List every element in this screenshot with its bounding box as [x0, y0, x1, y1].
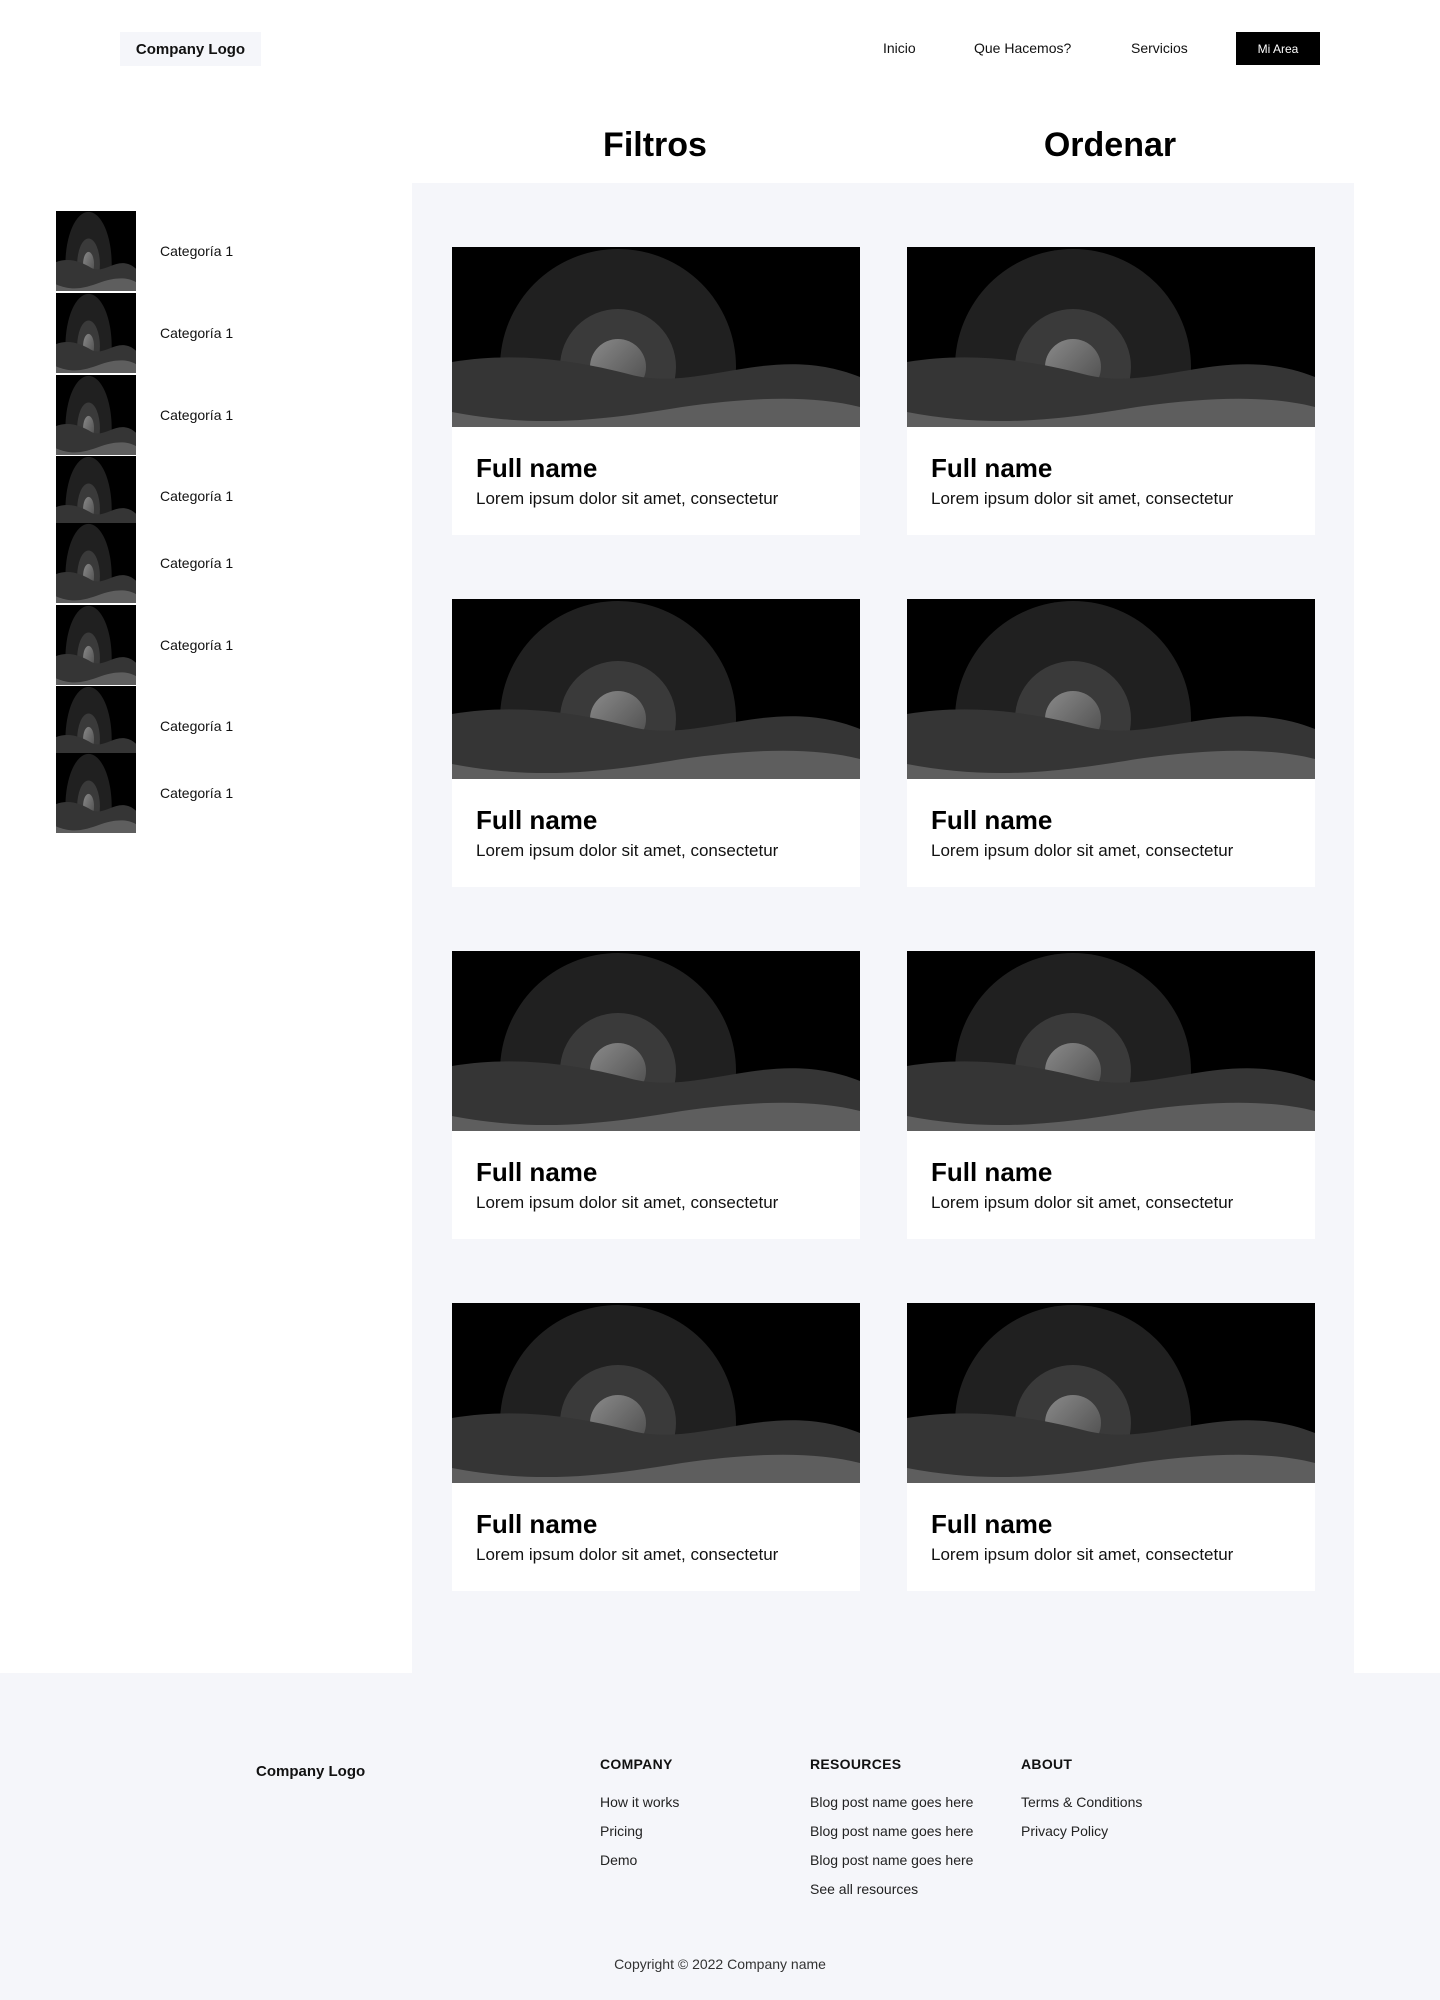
image-placeholder-icon: [56, 753, 136, 833]
category-item[interactable]: Categoría 1: [56, 374, 316, 456]
nav-servicios[interactable]: Servicios: [1131, 32, 1188, 65]
card-title: Full name: [476, 1157, 598, 1187]
image-placeholder-icon: [56, 211, 136, 291]
category-label: Categoría 1: [160, 488, 234, 504]
result-card[interactable]: Full name Lorem ipsum dolor sit amet, co…: [452, 1303, 860, 1591]
card-image: [907, 1303, 1315, 1483]
image-placeholder-icon: [56, 523, 136, 603]
card-title: Full name: [931, 453, 1053, 483]
category-item[interactable]: Categoría 1: [56, 604, 316, 686]
footer-link[interactable]: Blog post name goes here: [810, 1822, 1010, 1851]
card-description: Lorem ipsum dolor sit amet, consectetur: [476, 1545, 779, 1564]
category-item[interactable]: Categoría 1: [56, 292, 316, 374]
category-label: Categoría 1: [160, 407, 234, 423]
card-description: Lorem ipsum dolor sit amet, consectetur: [931, 1193, 1234, 1212]
result-card[interactable]: Full name Lorem ipsum dolor sit amet, co…: [452, 599, 860, 887]
result-card[interactable]: Full name Lorem ipsum dolor sit amet, co…: [907, 599, 1315, 887]
category-label: Categoría 1: [160, 243, 234, 259]
card-image: [452, 1303, 860, 1483]
result-card[interactable]: Full name Lorem ipsum dolor sit amet, co…: [452, 951, 860, 1239]
card-description: Lorem ipsum dolor sit amet, consectetur: [931, 841, 1234, 860]
footer-logo[interactable]: Company Logo: [256, 1763, 365, 1780]
category-label: Categoría 1: [160, 718, 234, 734]
footer-link[interactable]: Demo: [600, 1851, 800, 1880]
result-card[interactable]: Full name Lorem ipsum dolor sit amet, co…: [452, 247, 860, 535]
card-image: [907, 599, 1315, 779]
footer-link[interactable]: Terms & Conditions: [1021, 1793, 1221, 1822]
footer-link[interactable]: Blog post name goes here: [810, 1851, 1010, 1880]
card-title: Full name: [476, 805, 598, 835]
nav-inicio[interactable]: Inicio: [883, 32, 916, 65]
card-image: [907, 951, 1315, 1131]
results-grid: Full name Lorem ipsum dolor sit amet, co…: [412, 183, 1354, 1673]
card-image: [452, 599, 860, 779]
copyright-text: Copyright © 2022 Company name: [614, 1956, 826, 1972]
footer-column-about: ABOUT Terms & Conditions Privacy Policy: [1021, 1756, 1221, 1851]
image-placeholder-icon: [56, 293, 136, 373]
category-item[interactable]: Categoría 1: [56, 210, 316, 292]
card-title: Full name: [931, 805, 1053, 835]
nav-que-hacemos[interactable]: Que Hacemos?: [974, 32, 1071, 65]
mi-area-button[interactable]: Mi Area: [1236, 32, 1320, 65]
footer-column-company: COMPANY How it works Pricing Demo: [600, 1756, 800, 1880]
footer-link[interactable]: Privacy Policy: [1021, 1822, 1221, 1851]
image-placeholder-icon: [56, 375, 136, 455]
card-image: [907, 247, 1315, 427]
card-image: [452, 247, 860, 427]
company-logo[interactable]: Company Logo: [120, 32, 261, 66]
card-title: Full name: [931, 1157, 1053, 1187]
card-title: Full name: [476, 453, 598, 483]
category-label: Categoría 1: [160, 555, 234, 571]
card-title: Full name: [931, 1509, 1053, 1539]
category-label: Categoría 1: [160, 637, 234, 653]
card-title: Full name: [476, 1509, 598, 1539]
card-description: Lorem ipsum dolor sit amet, consectetur: [476, 489, 779, 508]
footer-column-title: ABOUT: [1021, 1756, 1073, 1772]
footer-column-resources: RESOURCES Blog post name goes here Blog …: [810, 1756, 1010, 1909]
category-item[interactable]: Categoría 1: [56, 752, 316, 834]
category-label: Categoría 1: [160, 785, 234, 801]
site-footer: Company Logo COMPANY How it works Pricin…: [0, 1673, 1440, 2000]
card-description: Lorem ipsum dolor sit amet, consectetur: [931, 489, 1234, 508]
card-description: Lorem ipsum dolor sit amet, consectetur: [476, 841, 779, 860]
site-header: Company Logo Inicio Que Hacemos? Servici…: [0, 0, 1440, 98]
card-image: [452, 951, 860, 1131]
category-item[interactable]: Categoría 1: [56, 522, 316, 604]
sort-heading[interactable]: Ordenar: [960, 120, 1260, 170]
footer-link[interactable]: Pricing: [600, 1822, 800, 1851]
card-description: Lorem ipsum dolor sit amet, consectetur: [931, 1545, 1234, 1564]
footer-column-title: COMPANY: [600, 1756, 673, 1772]
filters-heading[interactable]: Filtros: [505, 120, 805, 170]
footer-link[interactable]: See all resources: [810, 1880, 1010, 1909]
footer-link[interactable]: How it works: [600, 1793, 800, 1822]
category-label: Categoría 1: [160, 325, 234, 341]
result-card[interactable]: Full name Lorem ipsum dolor sit amet, co…: [907, 951, 1315, 1239]
footer-column-title: RESOURCES: [810, 1756, 902, 1772]
card-description: Lorem ipsum dolor sit amet, consectetur: [476, 1193, 779, 1212]
image-placeholder-icon: [56, 605, 136, 685]
result-card[interactable]: Full name Lorem ipsum dolor sit amet, co…: [907, 247, 1315, 535]
footer-link[interactable]: Blog post name goes here: [810, 1793, 1010, 1822]
result-card[interactable]: Full name Lorem ipsum dolor sit amet, co…: [907, 1303, 1315, 1591]
